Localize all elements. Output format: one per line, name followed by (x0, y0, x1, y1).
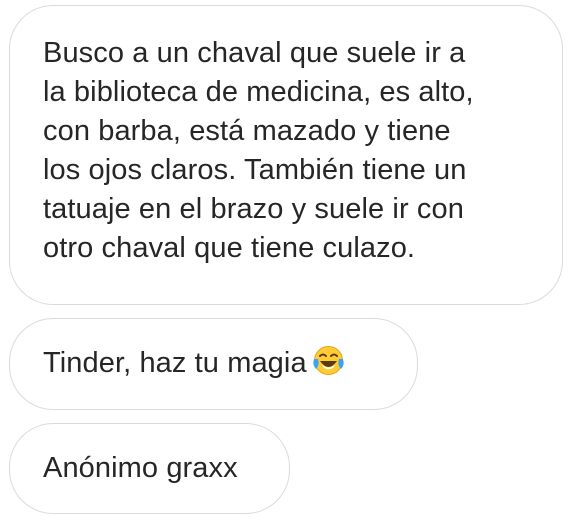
message-text: Anónimo graxx (43, 452, 238, 484)
message-bubble-1: Busco a un chaval que suele ir a la bibl… (9, 5, 563, 305)
message-line: la biblioteca de medicina, es alto, (43, 76, 474, 108)
message-text: Tinder, haz tu magia (43, 347, 307, 379)
message-line: los ojos claros. También tiene un (43, 154, 467, 186)
message-bubble-3: Anónimo graxx (9, 423, 290, 514)
face-with-tears-of-joy-icon (312, 344, 345, 377)
message-bubble-2: Tinder, haz tu magia (9, 318, 418, 410)
message-line: otro chaval que tiene culazo. (43, 232, 416, 264)
message-line: tatuaje en el brazo y suele ir con (43, 193, 464, 225)
message-line: con barba, está mazado y tiene (43, 115, 451, 147)
message-line: Busco a un chaval que suele ir a (43, 37, 466, 69)
